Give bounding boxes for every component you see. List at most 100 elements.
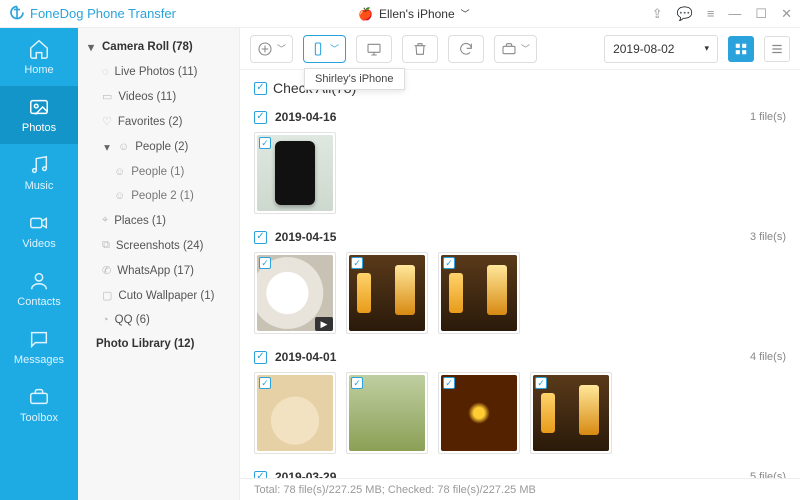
checkbox-icon[interactable]: ✓ — [351, 377, 363, 389]
refresh-button[interactable] — [448, 35, 484, 63]
device-label: Ellen's iPhone — [379, 7, 455, 21]
photo-thumbnail[interactable]: ✓ — [346, 252, 428, 334]
toolbar: ﹀ ﹀ ﹀ Shirley's iPhone 2019-08-02▾ — [240, 28, 800, 70]
device-picker[interactable]: 🍎 Ellen's iPhone ﹀ — [348, 5, 480, 23]
group-header[interactable]: ✓ 2019-04-16 1 file(s) — [254, 104, 786, 132]
videos-icon — [28, 212, 50, 234]
thumbnail-row: ✓ ✓ ✓ ✓ — [254, 372, 786, 464]
title-bar: FoneDog Phone Transfer 🍎 Ellen's iPhone … — [0, 0, 800, 28]
photo-thumbnail[interactable]: ✓▶ — [254, 252, 336, 334]
add-button[interactable]: ﹀ — [250, 35, 293, 63]
contacts-icon — [28, 270, 50, 292]
briefcase-icon — [501, 41, 517, 57]
app-name: FoneDog Phone Transfer — [30, 6, 176, 21]
checkbox-icon[interactable]: ✓ — [254, 111, 267, 124]
photo-thumbnail[interactable]: ✓ — [530, 372, 612, 454]
people-icon: ☺ — [118, 141, 129, 153]
sidebar-label: Live Photos (11) — [115, 66, 198, 78]
sidebar-label: People (1) — [131, 166, 184, 178]
sidebar-people-1[interactable]: ☺ People (1) — [78, 160, 239, 184]
app-logo: FoneDog Phone Transfer — [8, 5, 176, 23]
sidebar-people-2[interactable]: ☺People 2 (1) — [78, 184, 239, 208]
maximize-icon[interactable]: ☐ — [755, 6, 767, 22]
more-tools-button[interactable]: ﹀ — [494, 35, 537, 63]
sidebar-label: Camera Roll (78) — [102, 41, 193, 53]
checkbox-icon[interactable]: ✓ — [259, 257, 271, 269]
share-icon[interactable]: ⇪ — [652, 6, 663, 22]
menu-icon[interactable]: ≡ — [707, 6, 715, 21]
checkbox-icon[interactable]: ✓ — [351, 257, 363, 269]
pin-icon: ⌖ — [102, 214, 108, 227]
qq-icon: ◔ — [102, 314, 109, 326]
group-date: 2019-04-15 — [275, 230, 336, 244]
sidebar-live-photos[interactable]: ◌Live Photos (11) — [78, 60, 239, 84]
sidebar-whatsapp[interactable]: ✆WhatsApp (17) — [78, 258, 239, 283]
grid-icon — [734, 42, 748, 56]
checkbox-icon[interactable]: ✓ — [259, 137, 271, 149]
rail-label: Photos — [22, 122, 56, 134]
photo-thumbnail[interactable]: ✓ — [438, 252, 520, 334]
trash-icon — [412, 41, 428, 57]
sidebar-label: Photo Library (12) — [96, 338, 194, 350]
sidebar-videos[interactable]: ▭Videos (11) — [78, 84, 239, 109]
minimize-icon[interactable]: — — [728, 6, 741, 21]
app-logo-icon — [8, 5, 26, 23]
thumbnail-row: ✓▶ ✓ ✓ — [254, 252, 786, 344]
sidebar-cuto[interactable]: ▢Cuto Wallpaper (1) — [78, 283, 239, 308]
video-badge-icon: ▶ — [315, 317, 333, 331]
refresh-icon — [458, 41, 474, 57]
person-icon: ☺ — [114, 190, 125, 202]
rail-music[interactable]: Music — [0, 144, 78, 202]
sidebar-qq[interactable]: ◔QQ (6) — [78, 308, 239, 332]
transfer-target-tooltip[interactable]: Shirley's iPhone — [304, 68, 405, 90]
checkbox-icon[interactable]: ✓ — [254, 351, 267, 364]
group-date: 2019-03-29 — [275, 470, 336, 478]
window-controls: ⇪ 💬 ≡ — ☐ ✕ — [652, 6, 792, 22]
rail-contacts[interactable]: Contacts — [0, 260, 78, 318]
checkbox-icon[interactable]: ✓ — [254, 471, 267, 479]
whatsapp-icon: ✆ — [102, 264, 111, 277]
checkbox-icon[interactable]: ✓ — [259, 377, 271, 389]
rail-messages[interactable]: Messages — [0, 318, 78, 376]
date-picker[interactable]: 2019-08-02▾ — [604, 35, 718, 63]
rail-videos[interactable]: Videos — [0, 202, 78, 260]
group-header[interactable]: ✓ 2019-04-01 4 file(s) — [254, 344, 786, 372]
delete-button[interactable] — [402, 35, 438, 63]
export-to-pc-button[interactable] — [356, 35, 392, 63]
close-icon[interactable]: ✕ — [781, 6, 792, 22]
checkbox-icon[interactable]: ✓ — [443, 257, 455, 269]
sidebar-photo-library[interactable]: Photo Library (12) — [78, 332, 239, 356]
grid-view-button[interactable] — [728, 36, 754, 62]
rail-home[interactable]: Home — [0, 28, 78, 86]
rail-photos[interactable]: Photos — [0, 86, 78, 144]
checkbox-icon[interactable]: ✓ — [443, 377, 455, 389]
photos-icon — [28, 96, 50, 118]
transfer-to-device-button[interactable]: ﹀ — [303, 35, 346, 63]
checkbox-icon[interactable]: ✓ — [254, 231, 267, 244]
photo-thumbnail[interactable]: ✓ — [438, 372, 520, 454]
group-header[interactable]: ✓ 2019-04-15 3 file(s) — [254, 224, 786, 252]
chevron-down-icon: ﹀ — [461, 7, 470, 20]
video-icon: ▭ — [102, 90, 112, 103]
sidebar-label: People (2) — [135, 141, 188, 153]
group-header[interactable]: ✓ 2019-03-29 5 file(s) — [254, 464, 786, 478]
screenshot-icon: ⧉ — [102, 239, 110, 252]
sidebar-label: Screenshots (24) — [116, 240, 204, 252]
checkbox-icon[interactable]: ✓ — [535, 377, 547, 389]
chevron-down-icon: ﹀ — [330, 42, 339, 55]
photo-thumbnail[interactable]: ✓ — [346, 372, 428, 454]
checkbox-icon[interactable]: ✓ — [254, 82, 267, 95]
photo-thumbnail[interactable]: ✓ — [254, 372, 336, 454]
person-icon: ☺ — [114, 166, 125, 178]
photo-thumbnail[interactable]: ✓ — [254, 132, 336, 214]
sidebar-favorites[interactable]: ♡Favorites (2) — [78, 109, 239, 134]
feedback-icon[interactable]: 💬 — [677, 6, 693, 22]
phone-transfer-icon — [310, 41, 326, 57]
sidebar-screenshots[interactable]: ⧉ Screenshots (24) — [78, 233, 239, 258]
rail-label: Messages — [14, 354, 64, 366]
sidebar-camera-roll[interactable]: ▾Camera Roll (78) — [78, 34, 239, 60]
sidebar-people[interactable]: ▾☺People (2) — [78, 134, 239, 160]
sidebar-places[interactable]: ⌖Places (1) — [78, 208, 239, 233]
list-view-button[interactable] — [764, 36, 790, 62]
rail-toolbox[interactable]: Toolbox — [0, 376, 78, 434]
